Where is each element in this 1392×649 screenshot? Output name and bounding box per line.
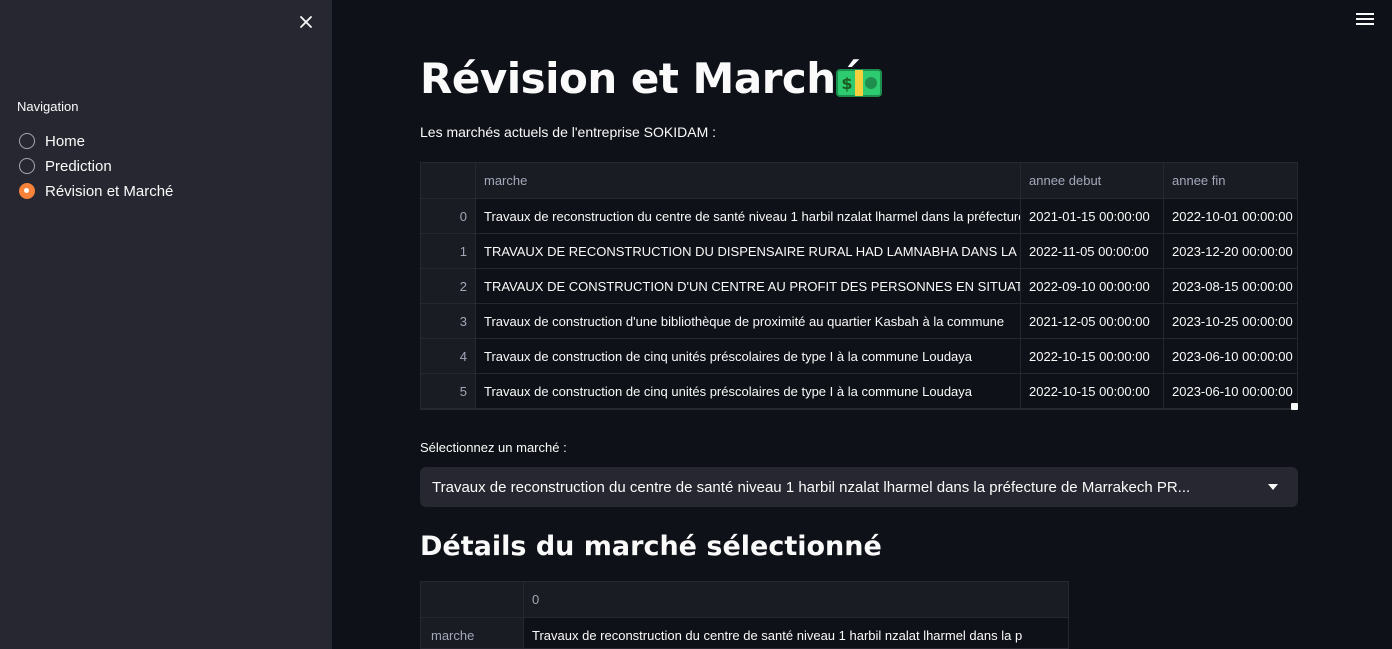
cell-annee-debut[interactable]: 2022-10-15 00:00:00 [1021, 339, 1164, 373]
nav-radio-label: Prediction [45, 157, 112, 175]
radio-checked-icon[interactable] [19, 183, 35, 199]
details-header-index [421, 582, 524, 617]
cell-annee-debut[interactable]: 2021-01-15 00:00:00 [1021, 199, 1164, 233]
cell-annee-debut[interactable]: 2022-11-05 00:00:00 [1021, 234, 1164, 268]
nav-radio-revision-marche[interactable]: Révision et Marché [19, 181, 173, 201]
market-selectbox[interactable]: Travaux de reconstruction du centre de s… [420, 467, 1298, 507]
table-header-index [421, 163, 476, 198]
table-row[interactable]: 1 TRAVAUX DE RECONSTRUCTION DU DISPENSAI… [421, 234, 1297, 269]
row-index: 1 [421, 234, 476, 268]
details-table[interactable]: 0 marche Travaux de reconstruction du ce… [420, 581, 1069, 649]
nav-radio-label: Révision et Marché [45, 182, 174, 200]
details-header-row: 0 [421, 582, 1068, 618]
subtitle: Les marchés actuels de l'entreprise SOKI… [420, 124, 717, 140]
page-title: Révision et Marché [420, 54, 864, 103]
details-row-value[interactable]: Travaux de reconstruction du centre de s… [524, 618, 1068, 648]
table-header-row: marche annee debut annee fin [421, 163, 1297, 199]
details-title: Détails du marché sélectionné [420, 531, 882, 562]
table-row[interactable]: 3 Travaux de construction d'une biblioth… [421, 304, 1297, 339]
row-index: 2 [421, 269, 476, 303]
radio-unchecked-icon[interactable] [19, 133, 35, 149]
details-header-col[interactable]: 0 [524, 582, 1068, 617]
row-index: 3 [421, 304, 476, 338]
cell-marche[interactable]: Travaux de construction de cinq unités p… [476, 374, 1021, 408]
cell-annee-fin[interactable]: 2022-10-01 00:00:00 [1164, 199, 1294, 233]
details-row[interactable]: marche Travaux de reconstruction du cent… [421, 618, 1068, 648]
table-row[interactable]: 5 Travaux de construction de cinq unités… [421, 374, 1297, 409]
table-resize-handle[interactable] [1291, 403, 1298, 410]
sidebar: Navigation Home Prediction Révision et M… [0, 0, 332, 649]
table-row[interactable]: 0 Travaux de reconstruction du centre de… [421, 199, 1297, 234]
table-header-marche[interactable]: marche [476, 163, 1021, 198]
cell-marche[interactable]: Travaux de reconstruction du centre de s… [476, 199, 1021, 233]
table-row[interactable]: 2 TRAVAUX DE CONSTRUCTION D'UN CENTRE AU… [421, 269, 1297, 304]
cell-annee-debut[interactable]: 2021-12-05 00:00:00 [1021, 304, 1164, 338]
navigation-title: Navigation [17, 99, 79, 114]
cell-marche[interactable]: TRAVAUX DE RECONSTRUCTION DU DISPENSAIRE… [476, 234, 1021, 268]
cell-annee-fin[interactable]: 2023-06-10 00:00:00 [1164, 339, 1294, 373]
table-header-annee-fin[interactable]: annee fin [1164, 163, 1294, 198]
table-row[interactable]: 4 Travaux de construction de cinq unités… [421, 339, 1297, 374]
table-header-annee-debut[interactable]: annee debut [1021, 163, 1164, 198]
row-index: 0 [421, 199, 476, 233]
cell-annee-fin[interactable]: 2023-08-15 00:00:00 [1164, 269, 1294, 303]
cell-annee-debut[interactable]: 2022-09-10 00:00:00 [1021, 269, 1164, 303]
details-row-key: marche [421, 618, 524, 648]
select-label: Sélectionnez un marché : [420, 440, 567, 455]
cell-marche[interactable]: TRAVAUX DE CONSTRUCTION D'UN CENTRE AU P… [476, 269, 1021, 303]
money-icon: $ [836, 69, 882, 97]
cell-annee-fin[interactable]: 2023-10-25 00:00:00 [1164, 304, 1294, 338]
selectbox-value: Travaux de reconstruction du centre de s… [432, 478, 1191, 496]
row-index: 5 [421, 374, 476, 408]
markets-table[interactable]: marche annee debut annee fin 0 Travaux d… [420, 162, 1298, 410]
cell-marche[interactable]: Travaux de construction de cinq unités p… [476, 339, 1021, 373]
row-index: 4 [421, 339, 476, 373]
chevron-down-icon[interactable] [1268, 484, 1278, 490]
cell-annee-debut[interactable]: 2022-10-15 00:00:00 [1021, 374, 1164, 408]
nav-radio-home[interactable]: Home [19, 131, 85, 151]
nav-radio-prediction[interactable]: Prediction [19, 156, 112, 176]
hamburger-menu-icon[interactable] [1356, 13, 1374, 29]
nav-radio-label: Home [45, 132, 86, 150]
close-sidebar-icon[interactable] [296, 12, 316, 32]
cell-marche[interactable]: Travaux de construction d'une bibliothèq… [476, 304, 1021, 338]
radio-unchecked-icon[interactable] [19, 158, 35, 174]
cell-annee-fin[interactable]: 2023-12-20 00:00:00 [1164, 234, 1294, 268]
svg-text:$: $ [841, 74, 852, 93]
cell-annee-fin[interactable]: 2023-06-10 00:00:00 [1164, 374, 1294, 408]
